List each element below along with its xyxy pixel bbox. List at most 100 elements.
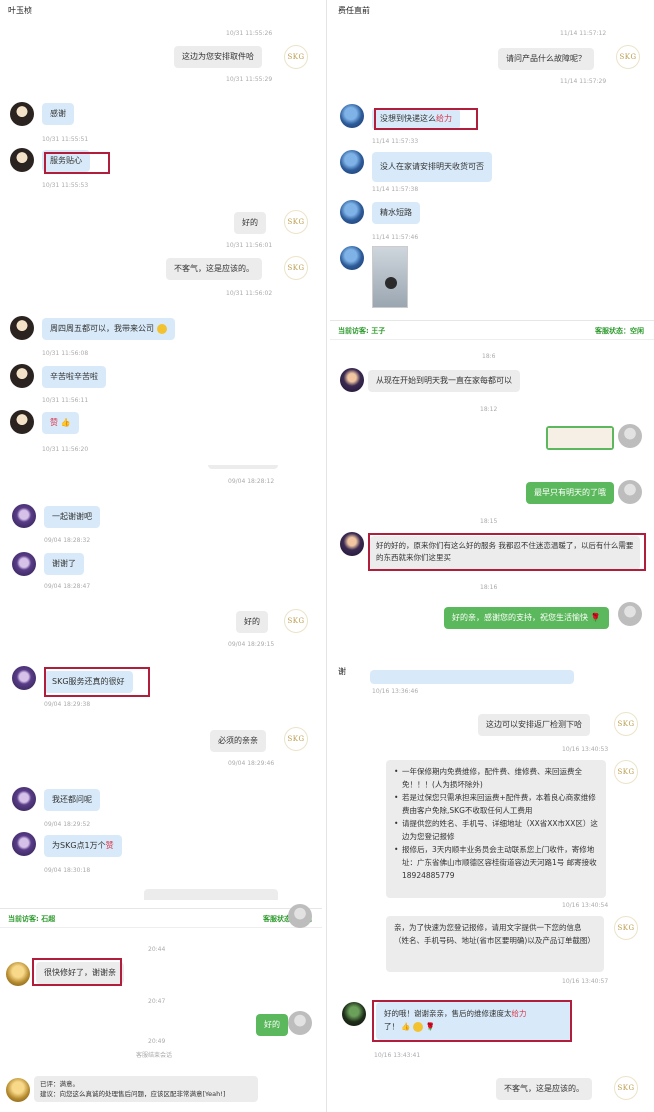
- chat-panel-1: 叶玉桢 10/31 11:55:26 这边为您安排取件哈 SKG 10/31 1…: [0, 0, 322, 465]
- message-text: 了！: [384, 1022, 399, 1031]
- skg-logo-avatar: SKG: [614, 916, 638, 940]
- time-divider: 18:15: [480, 518, 498, 525]
- message-text-red: 给力: [511, 1009, 527, 1018]
- time-divider: 18:12: [480, 406, 498, 413]
- chat-message-incoming: 好的哦！谢谢亲亲，售后的维修速度太给力 了！ 👍 🌹: [376, 1002, 572, 1040]
- chat-message-incoming: 服务贴心: [42, 150, 90, 172]
- customer-avatar: [340, 104, 364, 128]
- skg-logo-avatar: SKG: [614, 1076, 638, 1100]
- chat-message-outgoing: 请问产品什么故障呢？: [498, 48, 594, 70]
- chat-message-outgoing: 好的: [256, 1014, 288, 1036]
- msg-timestamp: 10/31 11:56:11: [42, 397, 89, 404]
- msg-timestamp: 10/16 13:43:41: [374, 1052, 421, 1059]
- msg-timestamp: 10/31 11:55:51: [42, 136, 89, 143]
- product-photo-device: [385, 277, 397, 289]
- contact-name: 叶玉桢: [8, 6, 32, 15]
- customer-avatar: [6, 962, 30, 986]
- agent-avatar: [618, 480, 642, 504]
- chat-message-incoming: 我还都问呢: [44, 789, 100, 811]
- skg-logo-avatar: SKG: [284, 609, 308, 633]
- chat-message-outgoing: 不客气，这是应该的。: [166, 258, 262, 280]
- chat-message-incoming: 已评：满意。 建议：向您这么真诚的处理售后问题，应该区配非常满意[Yeah!]: [34, 1076, 258, 1102]
- chat-panel-3: 当前访客: 石超 客服状态：空闲 20:44 很快修好了，谢谢亲 20:47 好…: [0, 900, 322, 1112]
- chat-message-incoming: 没人在家请安排明天收货可否: [372, 152, 492, 182]
- chat-message-incoming: 很快修好了，谢谢亲: [36, 962, 124, 984]
- chat-message-incoming: [370, 670, 574, 684]
- msg-timestamp: 09/04 18:28:32: [44, 537, 91, 544]
- policy-item: 报修后，3天内顺丰业务员会主动联系您上门收件，寄修地址：广东省佛山市顺德区容桂街…: [394, 843, 598, 882]
- chat-message-incoming: 谢谢了: [44, 553, 84, 575]
- msg-timestamp: 09/04 18:28:47: [44, 583, 91, 590]
- suggestion-line: 建议：向您这么真诚的处理售后问题，应该区配非常满意[Yeah!]: [40, 1090, 226, 1098]
- chat-message-outgoing: 这边为您安排取件哈: [174, 46, 262, 68]
- policy-item: 一年保修期内免费维修，配件费、维修费、来回运费全免！！！(人为损坏除外): [394, 765, 598, 791]
- customer-avatar: [340, 246, 364, 270]
- msg-timestamp: 10/31 11:55:26: [226, 30, 273, 37]
- rose-icon: 🌹: [425, 1022, 435, 1031]
- skg-logo-avatar: SKG: [614, 760, 638, 784]
- skg-logo-avatar: SKG: [284, 727, 308, 751]
- chat-panel-4: 费任直前 11/14 11:57:12 请问产品什么故障呢？ SKG 11/14…: [330, 0, 654, 320]
- msg-timestamp: 10/16 13:36:46: [372, 688, 419, 695]
- chat-message-incoming: 精水短路: [372, 202, 420, 224]
- thumbs-up-icon: 👍: [401, 1022, 411, 1031]
- visitor-status-bar: 当前访客: 石超 客服状态：空闲: [0, 908, 322, 928]
- message-text-red: 给力: [436, 114, 452, 123]
- msg-timestamp: 09/04 18:30:18: [44, 867, 91, 874]
- customer-avatar: [6, 1078, 30, 1102]
- rating-line: 已评：满意。: [40, 1080, 79, 1088]
- msg-timestamp: 10/31 11:55:29: [226, 76, 273, 83]
- chat-message-outgoing: 好的亲，感谢您的支持，祝您生活愉快 🌹: [444, 607, 609, 629]
- product-photo[interactable]: [372, 246, 408, 308]
- chat-message-outgoing: 最早只有明天的了哦: [526, 482, 614, 504]
- chat-message-outgoing: 必须的亲亲: [210, 730, 266, 752]
- customer-avatar: [12, 504, 36, 528]
- laughing-emoji-icon: [156, 323, 167, 334]
- agent-status: 客服状态：空闲: [595, 327, 644, 335]
- message-text: 周四周五都可以，我带来公司: [50, 324, 154, 333]
- visitor-status-bar: 当前访客: 王子 客服状态：空闲: [330, 320, 654, 340]
- skg-logo-avatar: SKG: [616, 45, 640, 69]
- msg-timestamp: 11/14 11:57:38: [372, 186, 419, 193]
- chat-message-incoming: SKG服务还真的很好: [44, 671, 133, 693]
- msg-timestamp: 10/31 11:56:08: [42, 350, 89, 357]
- msg-timestamp: 10/16 13:40:54: [562, 902, 609, 909]
- repair-policy-list: 一年保修期内免费维修，配件费、维修费、来回运费全免！！！(人为损坏除外) 若是过…: [394, 765, 598, 882]
- message-text: 没想到快递这么: [380, 114, 436, 123]
- message-text: 赞: [50, 418, 58, 427]
- customer-avatar: [10, 410, 34, 434]
- agent-avatar: [288, 904, 312, 928]
- customer-avatar: [340, 532, 364, 556]
- message-text: 好的亲，感谢您的支持，祝您生活愉快: [452, 613, 588, 622]
- msg-timestamp: 09/04 18:29:15: [228, 641, 275, 648]
- msg-timestamp: 10/31 11:55:53: [42, 182, 89, 189]
- customer-avatar: [342, 1002, 366, 1026]
- session-ended-notice: 客服结束会话: [136, 1052, 173, 1059]
- time-divider: 20:44: [148, 946, 166, 953]
- panel-divider: [326, 0, 327, 1112]
- chat-panel-5: 当前访客: 王子 客服状态：空闲 18:6 从现在开始到明天我一直在家每都可以 …: [330, 320, 654, 650]
- chat-message-incoming: 辛苦啦辛苦啦: [42, 366, 106, 388]
- skg-logo-avatar: SKG: [284, 45, 308, 69]
- chat-panel-6: 谢 10/16 13:36:46 这边可以安排返厂检测下哈 SKG 10/16 …: [330, 650, 654, 1112]
- customer-avatar: [12, 552, 36, 576]
- contact-name: 费任直前: [338, 6, 370, 15]
- skg-logo-avatar: SKG: [614, 712, 638, 736]
- product-card-image[interactable]: [546, 426, 614, 450]
- customer-avatar: [340, 150, 364, 174]
- current-visitor: 当前访客: 王子: [338, 327, 386, 335]
- time-divider: 18:6: [482, 353, 496, 360]
- time-divider: 20:49: [148, 1038, 166, 1045]
- current-visitor: 当前访客: 石超: [8, 915, 56, 923]
- agent-avatar: [618, 602, 642, 626]
- chat-message-incoming: 从现在开始到明天我一直在家每都可以: [368, 370, 520, 392]
- smile-emoji-icon: [413, 1022, 424, 1032]
- product-card-inner: [548, 428, 612, 448]
- chat-message-outgoing: [144, 889, 278, 900]
- rose-icon: 🌹: [590, 613, 601, 622]
- msg-timestamp: 11/14 11:57:46: [372, 234, 419, 241]
- message-text-red: 赞: [105, 841, 114, 850]
- time-divider: 18:16: [480, 584, 498, 591]
- msg-timestamp: 10/31 11:56:20: [42, 446, 89, 453]
- msg-timestamp: 10/31 11:56:02: [226, 290, 273, 297]
